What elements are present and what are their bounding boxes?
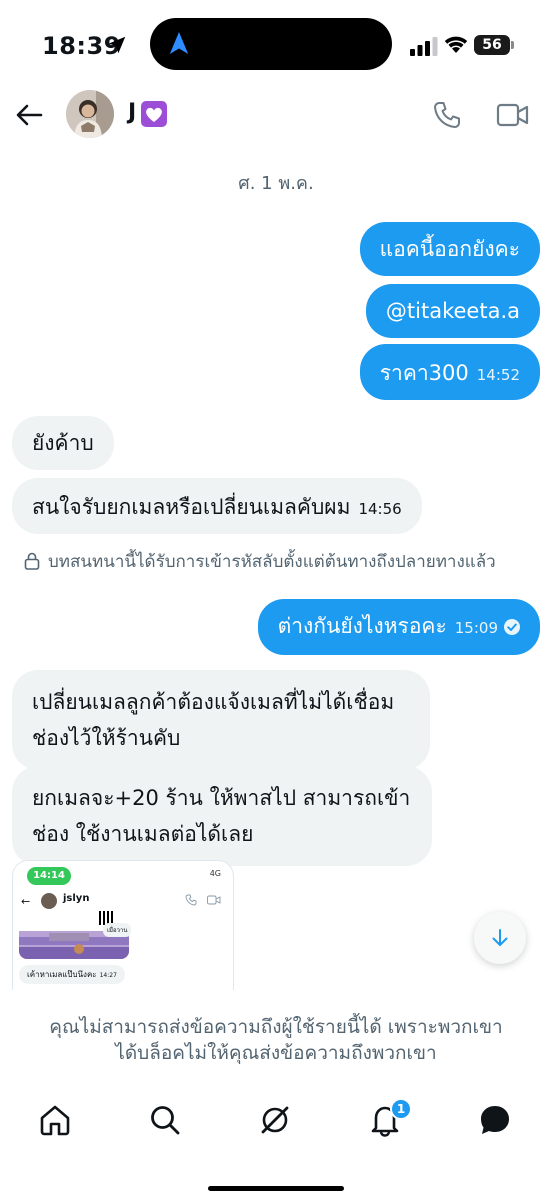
battery-cap [511,41,514,49]
home-icon[interactable] [37,1102,73,1138]
blocked-notice-line2: ได้บล็อคไม่ให้คุณส่งข้อความถึงพวกเขา [115,1042,437,1064]
message-bubble-outgoing[interactable]: แอคนี้ออกยังคะ [359,222,540,276]
message-bubble-incoming[interactable]: สนใจรับยกเมลหรือเปลี่ยนเมลคับผม 14:56 [12,478,422,534]
notification-badge: 1 [390,1098,412,1120]
message-time: 14:52 [476,366,520,384]
attachment-avatar [41,893,57,909]
heart-emoji-icon [141,101,167,127]
check-circle-icon [504,619,520,635]
attachment-bubble-text: เค้าหาเมลแป๊บนึงคะ [27,970,97,979]
attachment-time: 14:14 [27,867,71,885]
navigation-icon [169,32,189,54]
message-bubble-incoming[interactable]: ยังค้าบ [12,416,114,470]
message-bubble-outgoing[interactable]: ราคา300 14:52 [359,344,540,400]
location-arrow-icon [108,36,126,54]
avatar[interactable] [66,90,114,138]
message-bubble-outgoing[interactable]: @titakeeta.a [365,284,540,338]
message-text: ราคา300 [379,361,469,385]
message-text: แอคนี้ออกยังคะ [379,237,520,261]
blocked-notice: คุณไม่สามารถส่งข้อความถึงผู้ใช้รายนี้ได้… [20,1014,532,1066]
attachment-video-icon [207,895,221,905]
battery-indicator: 56 [474,35,510,55]
attachment-bubble-time: 14:27 [99,972,117,979]
status-bar: 18:39 56 [0,0,552,90]
message-text: ยังค้าบ [32,431,94,455]
message-time: 15:09 [454,619,498,637]
message-bubble-outgoing[interactable]: ต่างกันยังไงหรอคะ 15:09 [257,599,540,655]
attachment-network: 4G [209,869,221,878]
cellular-signal-icon [410,37,438,56]
arrow-down-icon [492,929,508,946]
back-arrow-icon[interactable] [14,100,44,130]
message-bubble-incoming[interactable]: ยกเมลจะ+20 ร้าน ให้พาสไป สามารถเข้าช่อง … [12,766,432,866]
attachment-back-icon: ← [21,895,31,908]
message-text: ยกเมลจะ+20 ร้าน ให้พาสไป สามารถเข้าช่อง … [32,786,411,846]
contact-name[interactable]: J [128,100,136,125]
message-bubble-incoming[interactable]: เปลี่ยนเมลลูกค้าต้องแจ้งเมลที่ไม่ได้เชื่… [12,670,430,770]
video-icon[interactable] [496,100,530,130]
search-icon[interactable] [147,1102,183,1138]
encryption-text: บทสนทนานี้ได้รับการเข้ารหัสลับตั้งแต่ต้น… [48,552,496,572]
message-text: สนใจรับยกเมลหรือเปลี่ยนเมลคับผม [32,495,351,519]
messages-icon[interactable] [477,1102,513,1138]
message-time: 14:56 [358,500,402,518]
wifi-icon [444,36,468,53]
date-separator: ศ. 1 พ.ค. [238,173,314,194]
avatar-image [66,90,114,138]
encryption-notice: บทสนทนานี้ได้รับการเข้ารหัสลับตั้งแต่ต้น… [24,548,544,575]
bottom-navigation [0,1092,552,1148]
image-attachment[interactable]: 14:14 4G ← jslyn เมื่อวาน เค้าหาเมลแป๊บน… [12,860,234,990]
attachment-name: jslyn [63,893,90,904]
message-text: ต่างกันยังไงหรอคะ [277,614,447,638]
blocked-notice-line1: คุณไม่สามารถส่งข้อความถึงผู้ใช้รายนี้ได้… [49,1016,503,1038]
grok-icon[interactable] [257,1102,293,1138]
attachment-bubble: เค้าหาเมลแป๊บนึงคะ 14:27 [19,965,125,984]
home-indicator [208,1186,344,1191]
attachment-reply-label: เมื่อวาน [103,923,132,937]
lock-icon [24,552,40,570]
scroll-to-bottom-button[interactable] [474,912,526,964]
message-text: @titakeeta.a [385,299,520,323]
message-text: เปลี่ยนเมลลูกค้าต้องแจ้งเมลที่ไม่ได้เชื่… [32,690,395,750]
attachment-phone-icon [185,894,197,906]
conversation-header: J [0,86,552,148]
phone-icon[interactable] [432,100,462,130]
